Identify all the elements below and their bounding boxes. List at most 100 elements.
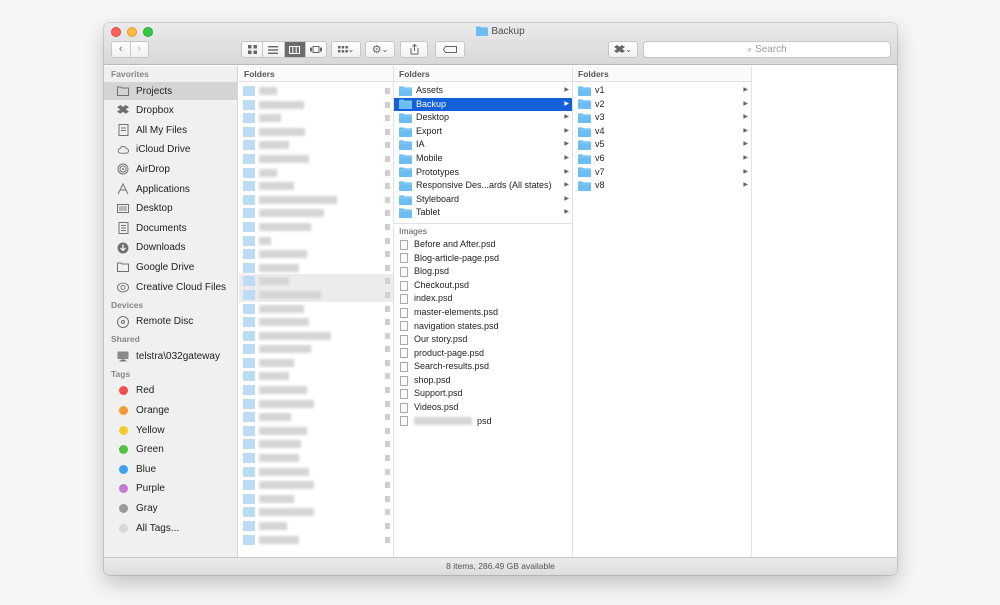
folder-row[interactable]: Mobile ▶ <box>394 152 572 166</box>
icon-view-button[interactable] <box>242 42 262 57</box>
sidebar-tag-orange[interactable]: Orange <box>104 401 237 419</box>
arrange-button[interactable]: ⌄ <box>331 41 361 58</box>
edit-tags-button[interactable] <box>435 41 465 58</box>
sidebar-item-dropbox[interactable]: Dropbox <box>104 102 237 120</box>
list-item[interactable] <box>239 424 393 438</box>
folder-row[interactable]: v4 ▶ <box>573 125 751 139</box>
list-item[interactable] <box>239 492 393 506</box>
sidebar-tag-yellow[interactable]: Yellow <box>104 421 237 439</box>
folder-row[interactable]: Responsive Des...ards (All states) ▶ <box>394 179 572 193</box>
list-item[interactable] <box>239 478 393 492</box>
file-row[interactable]: Blog.psd <box>394 265 572 279</box>
list-item[interactable] <box>239 465 393 479</box>
sidebar-tag-all-tags[interactable]: All Tags... <box>104 519 237 537</box>
sidebar-item-creative-cloud-files[interactable]: Creative Cloud Files <box>104 278 237 296</box>
list-item[interactable] <box>239 505 393 519</box>
list-item[interactable] <box>239 287 393 302</box>
sidebar-item-all-my-files[interactable]: All My Files <box>104 121 237 139</box>
file-row[interactable]: navigation states.psd <box>394 320 572 334</box>
file-row[interactable]: Before and After.psd <box>394 238 572 252</box>
list-item[interactable] <box>239 329 393 343</box>
folder-row[interactable]: v2 ▶ <box>573 98 751 112</box>
share-button[interactable] <box>400 41 428 58</box>
forward-button[interactable]: › <box>129 42 149 57</box>
chevron-right-icon: ▶ <box>564 209 569 216</box>
list-item[interactable] <box>239 206 393 220</box>
list-item[interactable] <box>239 397 393 411</box>
dropbox-menu-button[interactable]: ⌄ <box>608 41 638 58</box>
list-item[interactable] <box>239 533 393 547</box>
file-row[interactable]: Support.psd <box>394 387 572 401</box>
list-item[interactable] <box>239 98 393 112</box>
folder-row[interactable]: Tablet ▶ <box>394 206 572 220</box>
list-item[interactable] <box>239 247 393 261</box>
file-row[interactable]: master-elements.psd <box>394 306 572 320</box>
folder-row[interactable]: v1 ▶ <box>573 84 751 98</box>
file-row[interactable]: index.psd <box>394 292 572 306</box>
list-item[interactable] <box>239 437 393 451</box>
file-row[interactable]: Search-results.psd <box>394 360 572 374</box>
list-item[interactable] <box>239 302 393 316</box>
file-row[interactable]: Videos.psd <box>394 401 572 415</box>
file-row[interactable]: Checkout.psd <box>394 279 572 293</box>
file-row[interactable]: shop.psd <box>394 374 572 388</box>
folder-row[interactable]: Export ▶ <box>394 125 572 139</box>
list-item[interactable] <box>239 166 393 180</box>
sidebar-item-projects[interactable]: Projects <box>104 82 237 100</box>
action-button[interactable]: ⚙ ⌄ <box>365 41 395 58</box>
folder-row[interactable]: Backup ▶ <box>394 97 572 112</box>
sidebar-item-airdrop[interactable]: AirDrop <box>104 160 237 178</box>
folder-row[interactable]: v8 ▶ <box>573 179 751 193</box>
file-row[interactable]: product-page.psd <box>394 347 572 361</box>
list-item[interactable] <box>239 138 393 152</box>
search-input[interactable]: ⌕ Search <box>643 41 891 58</box>
file-row[interactable]: Our story.psd <box>394 333 572 347</box>
list-item[interactable] <box>239 234 393 248</box>
sidebar-tag-red[interactable]: Red <box>104 382 237 400</box>
sidebar-item-desktop[interactable]: Desktop <box>104 200 237 218</box>
folder-row[interactable]: Desktop ▶ <box>394 111 572 125</box>
folder-row[interactable]: Styleboard ▶ <box>394 193 572 207</box>
column-view-button[interactable] <box>283 42 305 57</box>
list-item[interactable] <box>239 369 393 383</box>
folder-row[interactable]: IA ▶ <box>394 138 572 152</box>
list-view-button[interactable] <box>262 42 283 57</box>
folder-row[interactable]: v6 ▶ <box>573 152 751 166</box>
list-item[interactable] <box>239 152 393 166</box>
folder-row[interactable]: Assets ▶ <box>394 84 572 98</box>
sidebar-item-telstra-032gateway[interactable]: telstra\032gateway <box>104 347 237 365</box>
list-item[interactable] <box>239 315 393 329</box>
list-item[interactable] <box>239 111 393 125</box>
sidebar-item-applications[interactable]: Applications <box>104 180 237 198</box>
list-item[interactable] <box>239 125 393 139</box>
sidebar-tag-green[interactable]: Green <box>104 441 237 459</box>
folder-row[interactable]: Prototypes ▶ <box>394 166 572 180</box>
list-item[interactable] <box>239 220 393 234</box>
sidebar-tag-gray[interactable]: Gray <box>104 499 237 517</box>
list-item[interactable] <box>239 410 393 424</box>
list-item[interactable] <box>239 383 393 397</box>
list-item[interactable] <box>239 193 393 207</box>
list-item[interactable] <box>239 261 393 275</box>
sidebar-item-google-drive[interactable]: Google Drive <box>104 258 237 276</box>
cover-flow-view-button[interactable] <box>304 42 326 57</box>
list-item[interactable] <box>239 84 393 98</box>
sidebar-tag-blue[interactable]: Blue <box>104 460 237 478</box>
sidebar-item-remote-disc[interactable]: Remote Disc <box>104 313 237 331</box>
sidebar-tag-purple[interactable]: Purple <box>104 480 237 498</box>
folder-row[interactable]: v5 ▶ <box>573 138 751 152</box>
sidebar-item-documents[interactable]: Documents <box>104 219 237 237</box>
file-row[interactable]: psd <box>394 415 572 429</box>
list-item[interactable] <box>239 356 393 370</box>
sidebar-item-downloads[interactable]: Downloads <box>104 239 237 257</box>
folder-row[interactable]: v3 ▶ <box>573 111 751 125</box>
file-row[interactable]: Blog-article-page.psd <box>394 252 572 266</box>
sidebar-item-icloud-drive[interactable]: iCloud Drive <box>104 141 237 159</box>
list-item[interactable] <box>239 519 393 533</box>
folder-row[interactable]: v7 ▶ <box>573 166 751 180</box>
list-item[interactable] <box>239 274 393 288</box>
list-item[interactable] <box>239 179 393 193</box>
list-item[interactable] <box>239 451 393 465</box>
list-item[interactable] <box>239 342 393 356</box>
back-button[interactable]: ‹ <box>112 42 130 57</box>
